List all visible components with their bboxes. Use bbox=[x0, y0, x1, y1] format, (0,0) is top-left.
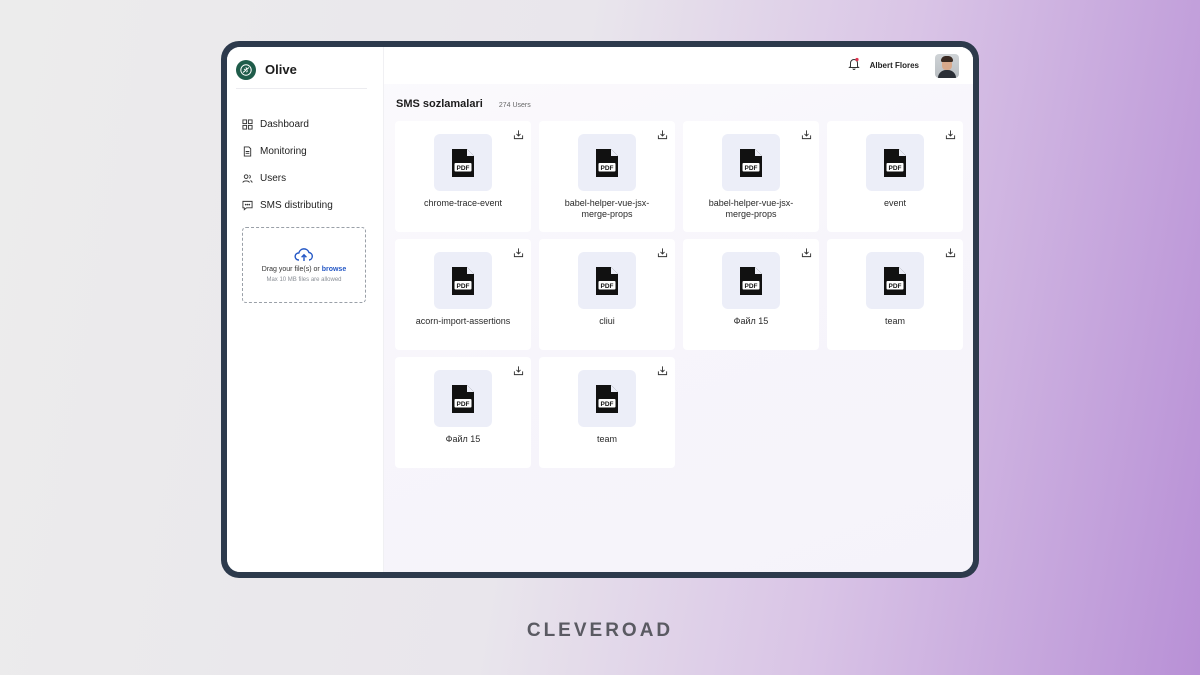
file-name: cliui bbox=[599, 316, 615, 326]
file-thumbnail: PDF bbox=[578, 134, 636, 191]
sidebar-item-sms-distributing[interactable]: SMS distributing bbox=[236, 192, 367, 219]
sidebar-item-label: SMS distributing bbox=[260, 200, 333, 211]
upload-limit: Max 10 MB files are allowed bbox=[266, 277, 342, 283]
olive-logo-icon bbox=[236, 59, 256, 80]
file-thumbnail: PDF bbox=[866, 252, 924, 309]
file-name: babel-helper-vue-jsx-merge-props bbox=[564, 198, 650, 219]
svg-text:PDF: PDF bbox=[601, 164, 614, 171]
download-icon[interactable] bbox=[657, 129, 668, 140]
file-thumbnail: PDF bbox=[722, 134, 780, 191]
pdf-file-icon: PDF bbox=[452, 266, 474, 295]
svg-text:PDF: PDF bbox=[745, 282, 758, 289]
dashboard-icon bbox=[242, 119, 253, 130]
download-icon[interactable] bbox=[945, 129, 956, 140]
file-name: acorn-import-assertions bbox=[415, 316, 511, 326]
sidebar-item-label: Monitoring bbox=[260, 146, 307, 157]
page-title: SMS sozlamalari bbox=[396, 98, 483, 110]
download-icon[interactable] bbox=[513, 129, 524, 140]
page-heading: SMS sozlamalari 274 Users bbox=[384, 84, 973, 120]
pdf-file-icon: PDF bbox=[740, 148, 762, 177]
svg-text:PDF: PDF bbox=[457, 164, 470, 171]
sidebar-item-users[interactable]: Users bbox=[236, 165, 367, 192]
file-thumbnail: PDF bbox=[434, 134, 492, 191]
upload-text: Drag your file(s) or bbox=[261, 266, 320, 273]
download-icon[interactable] bbox=[945, 247, 956, 258]
file-thumbnail: PDF bbox=[578, 370, 636, 427]
file-card[interactable]: PDF Файл 15 bbox=[395, 357, 531, 468]
bell-icon[interactable] bbox=[847, 57, 860, 75]
user-name[interactable]: Albert Flores bbox=[870, 61, 919, 70]
svg-text:PDF: PDF bbox=[889, 282, 902, 289]
document-icon bbox=[243, 146, 252, 157]
sidebar-item-monitoring[interactable]: Monitoring bbox=[236, 138, 367, 165]
sidebar-item-label: Dashboard bbox=[260, 119, 309, 130]
download-icon[interactable] bbox=[657, 365, 668, 376]
file-name: Файл 15 bbox=[445, 434, 481, 444]
file-name: team bbox=[596, 434, 617, 444]
file-thumbnail: PDF bbox=[722, 252, 780, 309]
sidebar-item-label: Users bbox=[260, 173, 287, 184]
download-icon[interactable] bbox=[801, 247, 812, 258]
users-icon bbox=[242, 174, 253, 183]
browse-link[interactable]: browse bbox=[322, 266, 347, 273]
file-thumbnail: PDF bbox=[578, 252, 636, 309]
app-name: Olive bbox=[265, 62, 297, 77]
sidebar: Olive Dashboard Monitoring Users SMS dis… bbox=[227, 47, 384, 572]
file-name: team bbox=[884, 316, 905, 326]
sidebar-item-dashboard[interactable]: Dashboard bbox=[236, 111, 367, 138]
pdf-file-icon: PDF bbox=[884, 266, 906, 295]
file-card[interactable]: PDF acorn-import-assertions bbox=[395, 239, 531, 350]
pdf-file-icon: PDF bbox=[596, 148, 618, 177]
file-name: event bbox=[883, 198, 907, 208]
file-card[interactable]: PDF babel-helper-vue-jsx-merge-props bbox=[539, 121, 675, 232]
download-icon[interactable] bbox=[657, 247, 668, 258]
app-screen: Olive Dashboard Monitoring Users SMS dis… bbox=[227, 47, 973, 572]
user-count: 274 Users bbox=[498, 102, 531, 109]
file-name: chrome-trace-event bbox=[423, 198, 503, 208]
file-card[interactable]: PDF cliui bbox=[539, 239, 675, 350]
file-name: babel-helper-vue-jsx-merge-props bbox=[708, 198, 794, 219]
file-card[interactable]: PDF chrome-trace-event bbox=[395, 121, 531, 232]
svg-text:PDF: PDF bbox=[457, 400, 470, 407]
avatar[interactable] bbox=[935, 53, 959, 78]
file-card[interactable]: PDF Файл 15 bbox=[683, 239, 819, 350]
cloud-upload-icon bbox=[294, 248, 313, 261]
pdf-file-icon: PDF bbox=[740, 266, 762, 295]
sidebar-nav: Dashboard Monitoring Users SMS distribut… bbox=[236, 111, 367, 219]
file-name: Файл 15 bbox=[733, 316, 769, 326]
file-card[interactable]: PDF event bbox=[827, 121, 963, 232]
svg-text:PDF: PDF bbox=[457, 282, 470, 289]
top-bar: Albert Flores bbox=[384, 47, 973, 84]
file-card[interactable]: PDF team bbox=[539, 357, 675, 468]
svg-text:PDF: PDF bbox=[889, 164, 902, 171]
file-thumbnail: PDF bbox=[434, 252, 492, 309]
file-upload-dropzone[interactable]: Drag your file(s) or browse Max 10 MB fi… bbox=[242, 227, 366, 303]
file-thumbnail: PDF bbox=[866, 134, 924, 191]
upload-instructions: Drag your file(s) or browse bbox=[262, 266, 346, 273]
file-grid: PDF chrome-trace-event PDF babel-helper-… bbox=[395, 121, 963, 468]
logo[interactable]: Olive bbox=[236, 59, 367, 89]
pdf-file-icon: PDF bbox=[596, 384, 618, 413]
file-card[interactable]: PDF team bbox=[827, 239, 963, 350]
svg-text:PDF: PDF bbox=[601, 400, 614, 407]
device-frame: Olive Dashboard Monitoring Users SMS dis… bbox=[221, 41, 979, 578]
chat-icon bbox=[242, 200, 253, 211]
svg-text:PDF: PDF bbox=[601, 282, 614, 289]
download-icon[interactable] bbox=[801, 129, 812, 140]
pdf-file-icon: PDF bbox=[452, 148, 474, 177]
pdf-file-icon: PDF bbox=[452, 384, 474, 413]
file-card[interactable]: PDF babel-helper-vue-jsx-merge-props bbox=[683, 121, 819, 232]
file-thumbnail: PDF bbox=[434, 370, 492, 427]
svg-text:PDF: PDF bbox=[745, 164, 758, 171]
download-icon[interactable] bbox=[513, 247, 524, 258]
main-content: Albert Flores SMS sozlamalari 274 Users … bbox=[384, 47, 973, 572]
pdf-file-icon: PDF bbox=[884, 148, 906, 177]
pdf-file-icon: PDF bbox=[596, 266, 618, 295]
brand-watermark: CLEVEROAD bbox=[526, 620, 674, 641]
download-icon[interactable] bbox=[513, 365, 524, 376]
